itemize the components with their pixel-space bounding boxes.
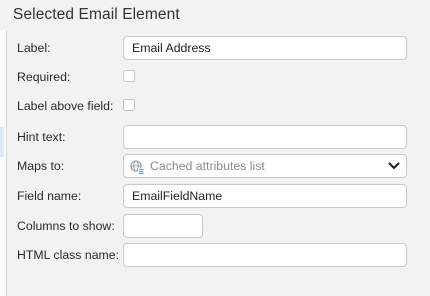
required-checkbox[interactable] (123, 70, 135, 82)
required-label: Required: (17, 70, 71, 84)
html-class-name-label: HTML class name: (17, 248, 120, 262)
row-field-name: Field name: (0, 182, 430, 212)
columns-to-show-input[interactable] (123, 214, 203, 238)
field-name-label: Field name: (17, 189, 82, 203)
maps-to-select[interactable]: Cached attributes list (123, 154, 407, 178)
row-hint: Hint text: (0, 123, 430, 153)
label-above-field-checkbox[interactable] (123, 99, 135, 111)
row-html-class: HTML class name: (0, 241, 430, 271)
label-above-field-label: Label above field: (17, 99, 114, 113)
label-field-label: Label: (17, 41, 51, 55)
chevron-down-icon (388, 162, 400, 169)
hint-text-label: Hint text: (17, 130, 66, 144)
globe-list-icon (130, 160, 144, 174)
label-input[interactable] (123, 36, 407, 60)
maps-to-placeholder: Cached attributes list (150, 159, 265, 173)
row-maps-to: Maps to: Cached attributes list (0, 152, 430, 182)
hint-text-input[interactable] (123, 125, 407, 149)
maps-to-label: Maps to: (17, 159, 65, 173)
row-required: Required: (0, 63, 430, 93)
panel-title: Selected Email Element (13, 6, 180, 23)
columns-to-show-label: Columns to show: (17, 219, 115, 233)
field-name-input[interactable] (123, 184, 407, 208)
row-label: Label: (0, 34, 430, 64)
row-label-above: Label above field: (0, 92, 430, 122)
html-class-name-input[interactable] (123, 243, 407, 267)
row-columns: Columns to show: (0, 212, 430, 242)
